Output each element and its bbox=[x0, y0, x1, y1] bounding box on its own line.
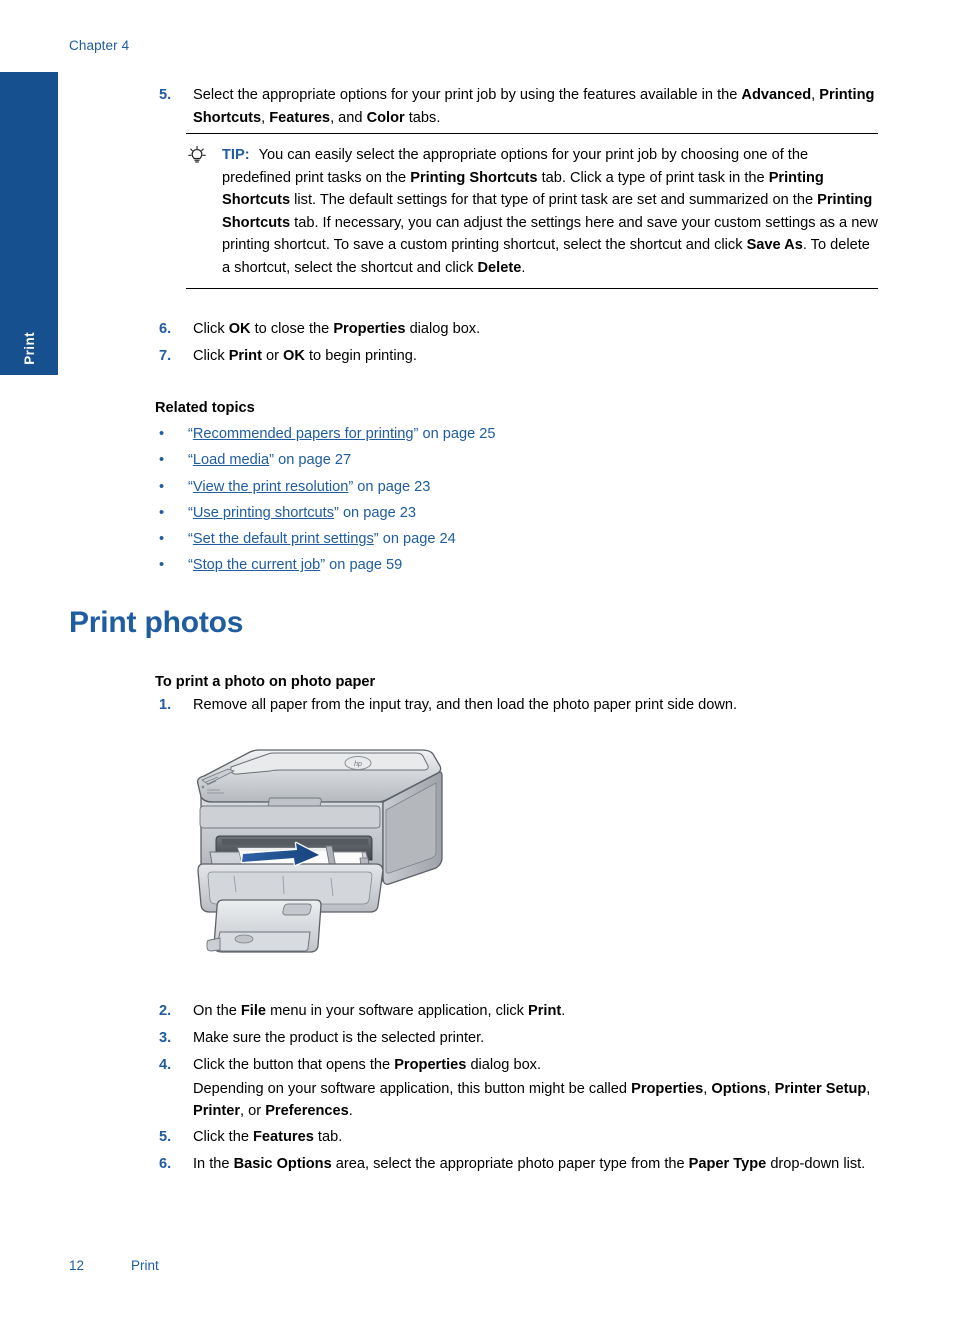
step-5b-block: 5. Click the Features tab. bbox=[0, 1126, 954, 1149]
step-number: 2. bbox=[159, 1003, 172, 1019]
step-item: 5. Click the Features tab. bbox=[155, 1126, 894, 1149]
related-topics-list: • “Recommended papers for printing” on p… bbox=[0, 421, 954, 579]
step-text: In the Basic Options area, select the ap… bbox=[193, 1156, 866, 1172]
cross-reference-link[interactable]: “Set the default print settings” on page… bbox=[188, 531, 456, 547]
related-topics-heading: Related topics bbox=[155, 400, 255, 416]
footer-page-number: 12 bbox=[69, 1258, 85, 1273]
step-number: 1. bbox=[159, 697, 172, 713]
procedure-title-block: To print a photo on photo paper bbox=[0, 671, 954, 693]
step-text: Select the appropriate options for your … bbox=[193, 87, 875, 126]
step-text: On the File menu in your software applic… bbox=[193, 1003, 566, 1019]
page-ref: on page 27 bbox=[274, 452, 352, 469]
list-item[interactable]: • “Recommended papers for printing” on p… bbox=[155, 421, 954, 447]
cross-reference-link[interactable]: “View the print resolution” on page 23 bbox=[188, 479, 430, 495]
step-2-block: 2. On the File menu in your software app… bbox=[0, 1000, 954, 1023]
step-number: 7. bbox=[159, 348, 172, 364]
page-footer: 12 Print bbox=[69, 1258, 159, 1273]
bullet-icon: • bbox=[159, 426, 165, 442]
step-5-block: 5. Select the appropriate options for yo… bbox=[0, 84, 954, 129]
related-topics-heading-block: Related topics bbox=[0, 397, 954, 419]
list-item[interactable]: • “Stop the current job” on page 59 bbox=[155, 552, 954, 578]
step-7-block: 7. Click Print or OK to begin printing. bbox=[0, 345, 954, 368]
step-number: 3. bbox=[159, 1030, 172, 1046]
step-6b-block: 6. In the Basic Options area, select the… bbox=[0, 1153, 954, 1176]
list-item[interactable]: • “Use printing shortcuts” on page 23 bbox=[155, 500, 954, 526]
cross-reference-link[interactable]: “Load media” on page 27 bbox=[188, 452, 351, 468]
step-item: 1. Remove all paper from the input tray,… bbox=[155, 694, 894, 717]
bullet-icon: • bbox=[159, 531, 165, 548]
step-number: 5. bbox=[159, 87, 172, 103]
step-number: 6. bbox=[159, 321, 172, 337]
page-title: Print photos bbox=[69, 606, 244, 639]
svg-text:hp: hp bbox=[354, 761, 362, 768]
list-item[interactable]: • “View the print resolution” on page 23 bbox=[155, 474, 954, 500]
step-item: 3. Make sure the product is the selected… bbox=[155, 1027, 894, 1050]
tip-label: TIP: bbox=[222, 147, 250, 163]
link-text[interactable]: Stop the current job bbox=[193, 557, 320, 573]
page-ref: on page 25 bbox=[418, 426, 496, 442]
lightbulb-icon bbox=[186, 145, 208, 167]
bullet-icon: • bbox=[159, 504, 165, 521]
link-text[interactable]: Use printing shortcuts bbox=[193, 505, 334, 521]
figure-block: hp bbox=[0, 740, 954, 970]
chapter-label: Chapter 4 bbox=[69, 38, 130, 53]
cross-reference-link[interactable]: “Stop the current job” on page 59 bbox=[188, 557, 402, 573]
link-text[interactable]: Recommended papers for printing bbox=[193, 426, 414, 442]
tip-callout-block: TIP: You can easily select the appropriat… bbox=[0, 133, 954, 289]
link-text[interactable]: Load media bbox=[193, 452, 269, 468]
tip-inner: TIP: You can easily select the appropriat… bbox=[186, 144, 878, 279]
cross-reference-link[interactable]: “Use printing shortcuts” on page 23 bbox=[188, 505, 416, 521]
procedure-title: To print a photo on photo paper bbox=[155, 674, 376, 690]
bullet-icon: • bbox=[159, 452, 165, 469]
step-text: Remove all paper from the input tray, an… bbox=[193, 697, 738, 713]
step-6-block: 6. Click OK to close the Properties dial… bbox=[0, 318, 954, 341]
step-item: 4. Click the button that opens the Prope… bbox=[155, 1054, 894, 1123]
page-ref: on page 24 bbox=[378, 531, 456, 548]
section-title-block: Print photos bbox=[0, 606, 954, 640]
step-3-block: 3. Make sure the product is the selected… bbox=[0, 1027, 954, 1050]
step-text: Click the button that opens the Properti… bbox=[193, 1057, 542, 1073]
page-ref: on page 23 bbox=[353, 478, 431, 495]
page-ref: on page 23 bbox=[338, 504, 416, 521]
step-subtext: Depending on your software application, … bbox=[193, 1080, 871, 1120]
list-item[interactable]: • “Load media” on page 27 bbox=[155, 447, 954, 473]
hp-all-in-one-printer-illustration: hp bbox=[190, 740, 450, 970]
footer-section-label: Print bbox=[131, 1258, 159, 1273]
link-text[interactable]: Set the default print settings bbox=[193, 531, 374, 547]
step-number: 6. bbox=[159, 1156, 172, 1172]
link-text[interactable]: View the print resolution bbox=[193, 479, 349, 495]
step-4-block: 4. Click the button that opens the Prope… bbox=[0, 1054, 954, 1123]
step-item: 2. On the File menu in your software app… bbox=[155, 1000, 894, 1023]
page-ref: on page 59 bbox=[325, 557, 403, 574]
step-text: Click OK to close the Properties dialog … bbox=[193, 321, 481, 337]
step-item: 6. In the Basic Options area, select the… bbox=[155, 1153, 894, 1176]
bullet-icon: • bbox=[159, 557, 165, 574]
step-item: 5. Select the appropriate options for yo… bbox=[155, 84, 894, 129]
list-item[interactable]: • “Set the default print settings” on pa… bbox=[155, 526, 954, 552]
step-text: Click the Features tab. bbox=[193, 1129, 343, 1145]
step-text: Click Print or OK to begin printing. bbox=[193, 348, 417, 364]
step-1-block: 1. Remove all paper from the input tray,… bbox=[0, 694, 954, 717]
tip-callout: TIP: You can easily select the appropriat… bbox=[186, 133, 878, 289]
step-number: 5. bbox=[159, 1129, 172, 1145]
tip-text: You can easily select the appropriate op… bbox=[222, 147, 878, 276]
step-text: Make sure the product is the selected pr… bbox=[193, 1030, 485, 1046]
step-number: 4. bbox=[159, 1057, 172, 1073]
step-item: 6. Click OK to close the Properties dial… bbox=[155, 318, 894, 341]
cross-reference-link[interactable]: “Recommended papers for printing” on pag… bbox=[188, 426, 496, 442]
chapter-header: Chapter 4 bbox=[69, 38, 129, 53]
bullet-icon: • bbox=[159, 478, 165, 495]
step-item: 7. Click Print or OK to begin printing. bbox=[155, 345, 894, 368]
